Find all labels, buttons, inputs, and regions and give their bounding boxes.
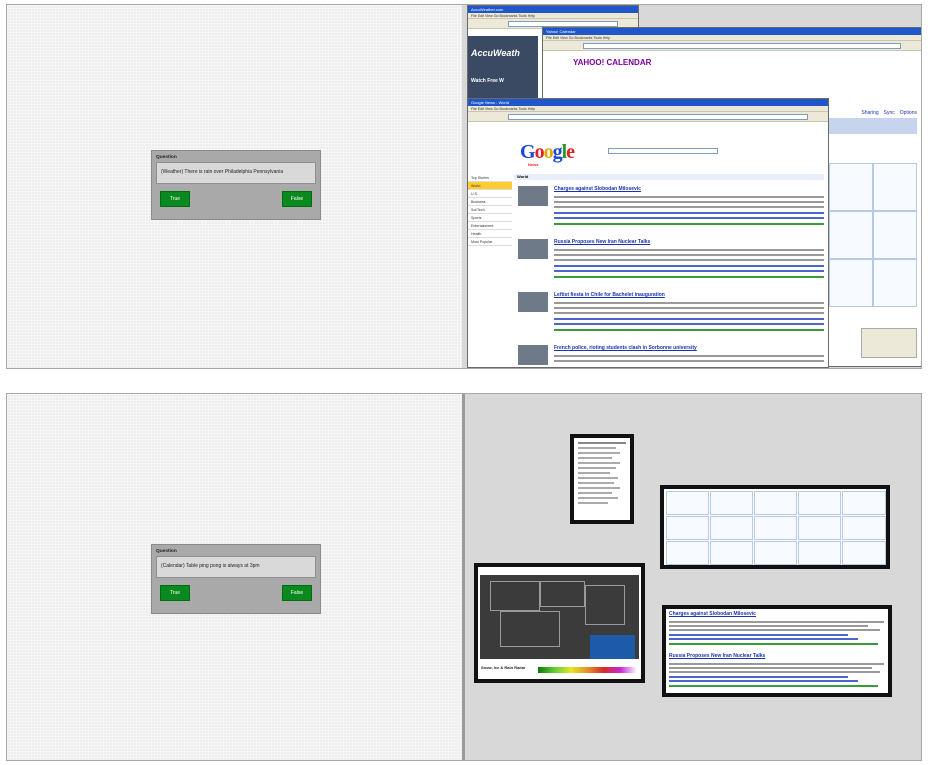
question-text: (Weather) There is rain over Philadelphi… (156, 162, 316, 184)
address-bar[interactable] (508, 114, 808, 120)
scenario-panel-calendar: Question (Calendar) Table ping pong is a… (6, 393, 922, 761)
search-input[interactable] (608, 148, 718, 154)
story-headline[interactable]: Charges against Slobodan Milosevic (669, 611, 756, 617)
false-button[interactable]: False (282, 191, 312, 207)
news-story: Russia Proposes New Iran Nuclear Talks (518, 239, 824, 285)
tab-sharing[interactable]: Sharing (861, 110, 878, 116)
news-story: Charges against Slobodan Milosevic (518, 186, 824, 232)
nav-item[interactable]: U.S. (468, 190, 512, 198)
gulf-water (590, 635, 635, 659)
story-headline[interactable]: Charges against Slobodan Milosevic (554, 186, 641, 192)
window-title: AccuWeather.com (468, 6, 638, 13)
nav-item[interactable]: Sports (468, 214, 512, 222)
story-thumbnail (518, 345, 548, 365)
question-text: (Calendar) Table ping pong is always at … (156, 556, 316, 578)
tab-sync[interactable]: Sync (884, 110, 895, 116)
story-thumbnail (518, 239, 548, 259)
question-dialog: Question (Calendar) Table ping pong is a… (151, 544, 321, 614)
weather-radar-snippet[interactable]: Snow, Ice & Rain Radar (474, 563, 645, 683)
story-headline[interactable]: French police, rioting students clash in… (554, 345, 697, 351)
question-dialog: Question (Weather) There is rain over Ph… (151, 150, 321, 220)
news-story: Leftist fiesta in Chile for Bachelet ina… (518, 292, 824, 338)
story-headline[interactable]: Russia Proposes New Iran Nuclear Talks (669, 653, 765, 659)
true-button[interactable]: True (160, 585, 190, 601)
panel-divider (462, 394, 465, 760)
nav-item[interactable]: Health (468, 230, 512, 238)
question-title: Question (156, 549, 177, 554)
calendar-brand: YAHOO! CALENDAR (573, 58, 652, 67)
false-button[interactable]: False (282, 585, 312, 601)
navigation-snippet[interactable] (570, 434, 634, 524)
google-news-window[interactable]: Google News - World File Edit View Go Bo… (467, 98, 829, 368)
radar-map (480, 575, 639, 659)
nav-item[interactable]: Entertainment (468, 222, 512, 230)
address-bar[interactable] (583, 43, 901, 49)
calendar-snippet[interactable] (660, 485, 890, 569)
news-snippet[interactable]: Charges against Slobodan Milosevic Russi… (662, 605, 892, 697)
question-title: Question (156, 155, 177, 160)
section-header: World (514, 174, 824, 180)
story-headline[interactable]: Russia Proposes New Iran Nuclear Talks (554, 239, 650, 245)
radar-caption: Snow, Ice & Rain Radar (481, 665, 526, 670)
nav-item[interactable]: Most Popular (468, 238, 512, 246)
radar-legend (538, 667, 637, 673)
nav-item[interactable]: World (468, 182, 512, 190)
nav-item[interactable]: Sci/Tech (468, 206, 512, 214)
news-story: French police, rioting students clash in… (518, 345, 824, 365)
tab-options[interactable]: Options (900, 110, 917, 116)
nav-item[interactable]: Top Stories (468, 174, 512, 182)
calendar-legend (861, 328, 917, 358)
story-thumbnail (518, 186, 548, 206)
window-title: Google News - World (468, 99, 828, 106)
story-thumbnail (518, 292, 548, 312)
nav-item[interactable]: Business (468, 198, 512, 206)
calendar-tabs: Sharing Sync Options (861, 110, 917, 116)
google-logo: Google (520, 141, 575, 163)
scenario-panel-weather: Question (Weather) There is rain over Ph… (6, 4, 922, 369)
true-button[interactable]: True (160, 191, 190, 207)
story-headline[interactable]: Leftist fiesta in Chile for Bachelet ina… (554, 292, 665, 298)
section-nav: Top Stories World U.S. Business Sci/Tech… (468, 174, 512, 246)
